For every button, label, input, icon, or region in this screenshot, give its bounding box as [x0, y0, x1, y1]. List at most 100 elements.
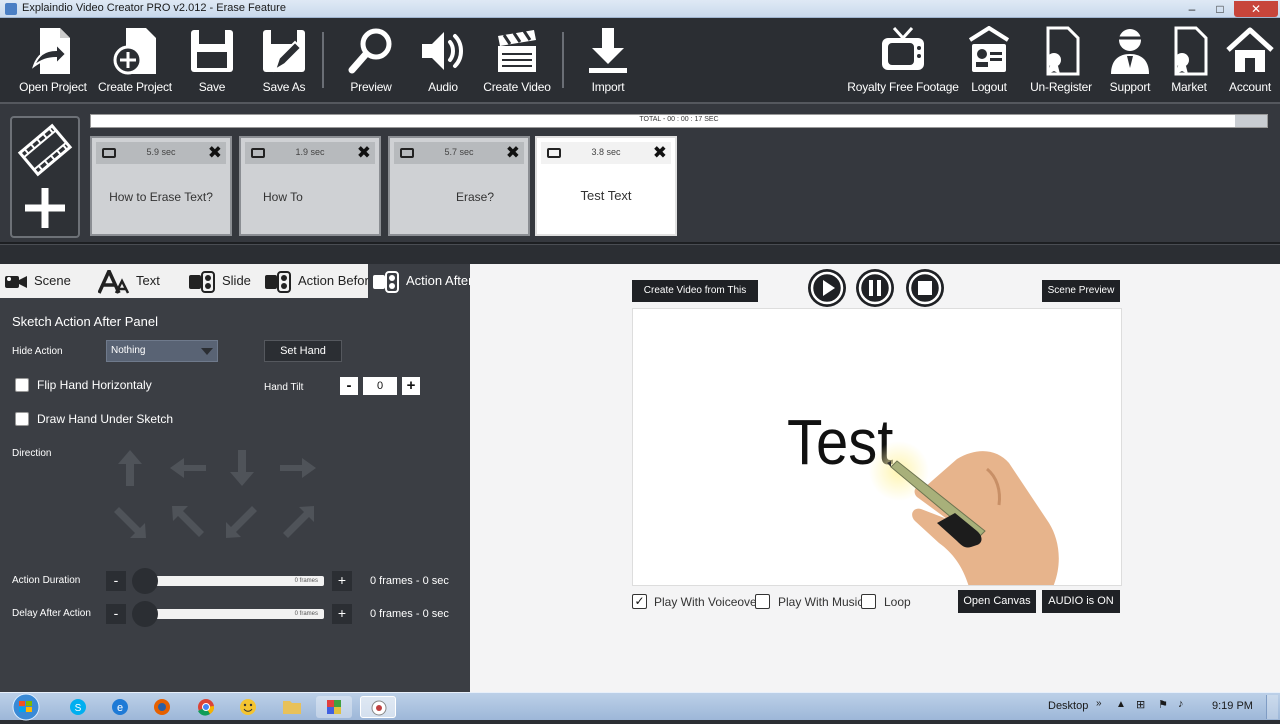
arrow-down-left-icon[interactable] — [220, 500, 264, 544]
delay-after-label: Delay After Action — [12, 608, 91, 619]
taskbar-skype-icon[interactable]: S — [60, 696, 96, 718]
arrow-left-icon[interactable] — [166, 446, 210, 490]
minimize-button[interactable]: – — [1178, 1, 1206, 17]
taskbar-chrome-icon[interactable] — [188, 696, 224, 718]
delete-scene-icon[interactable]: ✖ — [506, 143, 520, 163]
arrow-right-icon[interactable] — [276, 446, 320, 490]
tab-scene[interactable]: Scene — [4, 264, 94, 298]
tray-flag-icon[interactable]: ⚑ — [1158, 698, 1168, 711]
camera-icon — [5, 275, 27, 288]
taskbar-explaindio-icon[interactable] — [360, 696, 396, 718]
account-button[interactable]: Account — [1213, 24, 1280, 96]
save-as-icon — [263, 30, 305, 73]
windows-taskbar: S e Desktop » ▲ ⊞ ⚑ ♪ 9:19 PM — [0, 692, 1280, 721]
hide-action-select[interactable]: Nothing — [106, 340, 218, 362]
maximize-button[interactable]: □ — [1206, 1, 1234, 17]
action-duration-knob[interactable] — [132, 568, 158, 594]
open-canvas-button[interactable]: Open Canvas — [958, 590, 1036, 613]
royalty-free-footage-button[interactable]: Royalty Free Footage — [847, 24, 959, 96]
market-document-icon — [1174, 26, 1208, 76]
draw-hand-under-label: Draw Hand Under Sketch — [37, 412, 174, 426]
tab-text[interactable]: Text — [98, 264, 178, 298]
create-video-from-scene-button[interactable]: Create Video from This Scene — [632, 280, 758, 318]
delay-after-plus-button[interactable]: + — [332, 604, 352, 624]
close-window-button[interactable]: ✕ — [1234, 1, 1278, 17]
id-badge-icon — [968, 26, 1010, 72]
tray-chevron-icon[interactable]: » — [1096, 698, 1102, 709]
speaker-icon — [422, 32, 463, 70]
audio-toggle-button[interactable]: AUDIO is ON — [1042, 590, 1120, 613]
hand-tilt-minus-button[interactable]: - — [340, 377, 358, 395]
toolbar-separator — [322, 32, 324, 88]
add-scene-button[interactable] — [10, 116, 80, 238]
set-hand-button[interactable]: Set Hand — [264, 340, 342, 362]
tab-action-before[interactable]: Action Before — [264, 264, 376, 298]
delete-scene-icon[interactable]: ✖ — [208, 143, 222, 163]
stop-button[interactable] — [906, 269, 944, 307]
taskbar-smiley-icon[interactable] — [230, 696, 266, 718]
clock[interactable]: 9:19 PM — [1212, 700, 1253, 712]
save-button[interactable]: Save — [175, 24, 249, 96]
tray-network-icon[interactable]: ⊞ — [1136, 698, 1145, 711]
play-with-voiceover-checkbox[interactable]: ✓ — [632, 594, 647, 609]
taskbar-app-icon[interactable] — [316, 696, 352, 718]
action-duration-slider-label: 0 frames — [294, 578, 318, 584]
scene-duration: 5.9 sec — [146, 147, 176, 157]
scene-duration: 3.8 sec — [591, 147, 621, 157]
delete-scene-icon[interactable]: ✖ — [357, 143, 371, 163]
hide-action-value: Nothing — [111, 345, 146, 356]
scene-card[interactable]: 1.9 sec ✖ How To — [239, 136, 381, 236]
tab-action-before-label: Action Before — [298, 273, 377, 288]
scene-card-active[interactable]: 3.8 sec ✖ Test Text — [535, 136, 677, 236]
delay-after-slider-label: 0 frames — [294, 611, 318, 617]
hand-tilt-plus-button[interactable]: + — [402, 377, 420, 395]
scene-card[interactable]: 5.9 sec ✖ How to Erase Text? — [90, 136, 232, 236]
arrow-up-right-icon[interactable] — [276, 500, 320, 544]
tab-slide[interactable]: Slide — [188, 264, 258, 298]
main-toolbar: Open Project Create Project Save Save As… — [0, 18, 1280, 102]
desktop-toolbar-label[interactable]: Desktop — [1048, 700, 1088, 712]
delete-scene-icon[interactable]: ✖ — [653, 143, 667, 163]
delay-after-slider[interactable]: 0 frames — [146, 609, 324, 619]
tray-arrow-icon[interactable]: ▲ — [1116, 699, 1126, 710]
pause-button[interactable] — [856, 269, 894, 307]
scene-card[interactable]: 5.7 sec ✖ Erase? — [388, 136, 530, 236]
scene-preview-button[interactable]: Scene Preview — [1042, 280, 1120, 302]
taskbar-ie-icon[interactable]: e — [102, 696, 138, 718]
loop-checkbox[interactable] — [861, 594, 876, 609]
delay-after-value: 0 frames - 0 sec — [370, 608, 449, 620]
show-desktop-button[interactable] — [1266, 695, 1278, 719]
taskbar-folder-icon[interactable] — [274, 696, 310, 718]
play-with-music-checkbox[interactable] — [755, 594, 770, 609]
audio-button[interactable]: Audio — [406, 24, 480, 96]
tab-action-after[interactable]: Action After — [368, 264, 472, 298]
play-with-music-label: Play With Music — [778, 595, 864, 609]
flip-hand-label: Flip Hand Horizontaly — [37, 378, 152, 392]
play-button[interactable] — [808, 269, 846, 307]
scene-canvas[interactable]: Test — [632, 308, 1122, 586]
magnifier-icon — [348, 28, 392, 74]
delay-after-minus-button[interactable]: - — [106, 604, 126, 624]
tray-volume-icon[interactable]: ♪ — [1178, 698, 1184, 710]
arrow-up-left-icon[interactable] — [166, 500, 210, 544]
arrow-up-icon[interactable] — [108, 446, 152, 490]
draw-hand-under-checkbox[interactable] — [15, 412, 29, 426]
action-duration-slider[interactable]: 0 frames — [146, 576, 324, 586]
create-video-button[interactable]: Create Video — [480, 24, 554, 96]
action-duration-minus-button[interactable]: - — [106, 571, 126, 591]
import-button[interactable]: Import — [571, 24, 645, 96]
delay-after-knob[interactable] — [132, 601, 158, 627]
create-project-button[interactable]: Create Project — [98, 24, 172, 96]
open-project-button[interactable]: Open Project — [16, 24, 90, 96]
save-as-button[interactable]: Save As — [247, 24, 321, 96]
start-button-icon[interactable] — [6, 693, 46, 721]
taskbar-firefox-icon[interactable] — [144, 696, 180, 718]
hand-tilt-input[interactable]: 0 — [363, 377, 397, 395]
logout-button[interactable]: Logout — [952, 24, 1026, 96]
preview-area: Create Video from This Scene Scene Previ… — [470, 264, 1280, 692]
arrow-down-icon[interactable] — [220, 446, 264, 490]
arrow-down-right-icon[interactable] — [108, 500, 152, 544]
action-duration-plus-button[interactable]: + — [332, 571, 352, 591]
flip-hand-checkbox[interactable] — [15, 378, 29, 392]
preview-button[interactable]: Preview — [334, 24, 408, 96]
